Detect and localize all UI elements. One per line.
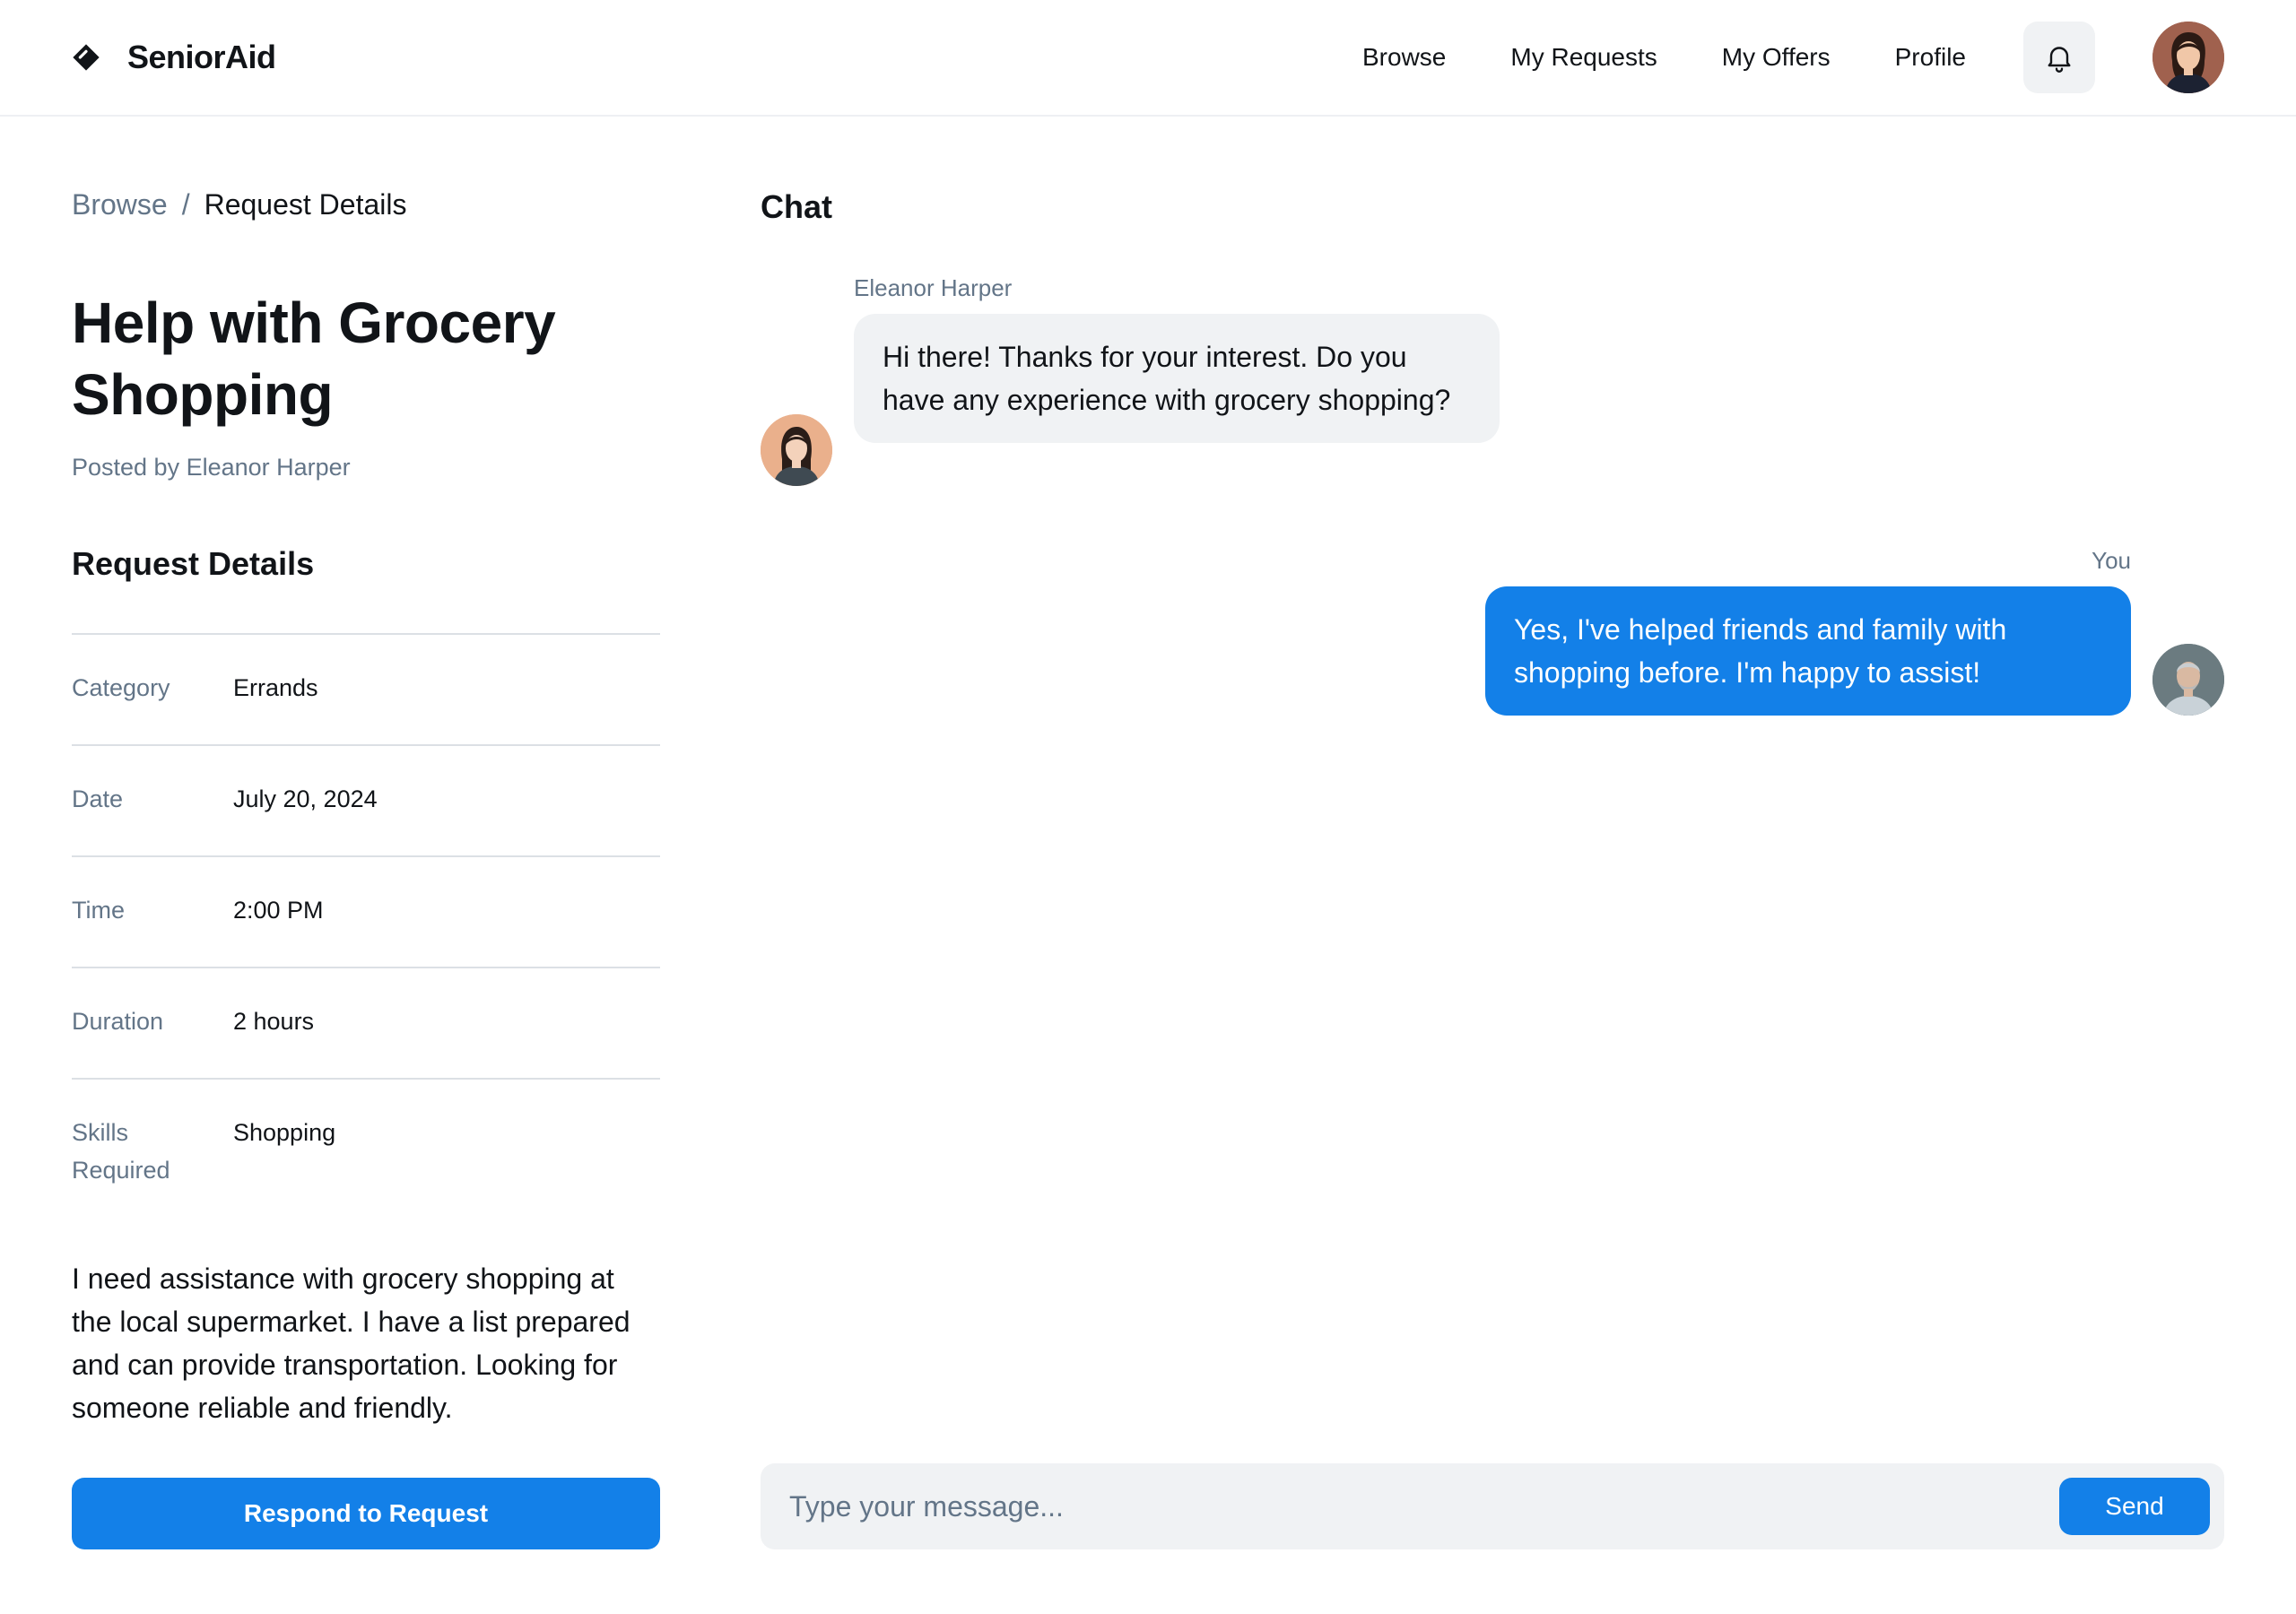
message-bubble-outgoing: Yes, I've helped friends and family with… [1485, 586, 2131, 716]
top-header: SeniorAid Browse My Requests My Offers P… [0, 0, 2296, 117]
request-description: I need assistance with grocery shopping … [72, 1263, 631, 1424]
detail-label: Date [72, 785, 124, 812]
brand-logo[interactable]: SeniorAid [72, 39, 276, 76]
message-composer: Send [761, 1463, 2224, 1549]
detail-value: Shopping [233, 1119, 336, 1146]
detail-label: Skills Required [72, 1119, 170, 1184]
bell-icon [2048, 47, 2071, 73]
avatar-image [2152, 22, 2224, 93]
user-avatar[interactable] [2152, 22, 2224, 93]
message-sender: You [2092, 547, 2131, 574]
detail-row: Skills Required Shopping [72, 1078, 660, 1221]
detail-row: Category Errands [72, 633, 660, 744]
nav-profile[interactable]: Profile [1895, 43, 1966, 72]
detail-row: Time 2:00 PM [72, 855, 660, 967]
detail-label: Category [72, 674, 170, 701]
detail-row: Duration 2 hours [72, 967, 660, 1078]
message-bubble-incoming: Hi there! Thanks for your interest. Do y… [854, 314, 1500, 443]
respond-button[interactable]: Respond to Request [72, 1478, 660, 1549]
nav-my-requests[interactable]: My Requests [1510, 43, 1657, 72]
nav-browse[interactable]: Browse [1362, 43, 1446, 72]
my-avatar [2152, 644, 2224, 716]
sender-avatar [761, 414, 832, 486]
detail-row: Date July 20, 2024 [72, 744, 660, 855]
avatar-image [2152, 644, 2224, 716]
send-button[interactable]: Send [2059, 1478, 2210, 1535]
detail-value: Errands [233, 674, 318, 701]
app-name: SeniorAid [127, 39, 276, 75]
message-sender: Eleanor Harper [854, 274, 1013, 301]
breadcrumb-separator: / [181, 188, 190, 221]
chat-title: Chat [761, 188, 832, 225]
detail-value: July 20, 2024 [233, 785, 378, 812]
tag-icon [73, 44, 100, 71]
details-table: Category Errands Date July 20, 2024 Time… [72, 633, 660, 1221]
detail-value: 2:00 PM [233, 897, 324, 924]
breadcrumb-current: Request Details [204, 188, 407, 221]
nav-my-offers[interactable]: My Offers [1722, 43, 1831, 72]
main-nav: Browse My Requests My Offers Profile [1362, 22, 2224, 93]
detail-label: Duration [72, 1008, 164, 1035]
message-input[interactable] [789, 1489, 2059, 1523]
breadcrumb-browse[interactable]: Browse [72, 188, 168, 221]
breadcrumb: Browse / Request Details [72, 188, 406, 221]
posted-by: Posted by Eleanor Harper [72, 454, 351, 481]
details-heading: Request Details [72, 545, 315, 582]
detail-value: 2 hours [233, 1008, 315, 1035]
detail-label: Time [72, 897, 125, 924]
avatar-image [761, 414, 832, 486]
page-title: Help with Grocery Shopping [72, 291, 556, 427]
notifications-button[interactable] [2023, 22, 2095, 93]
